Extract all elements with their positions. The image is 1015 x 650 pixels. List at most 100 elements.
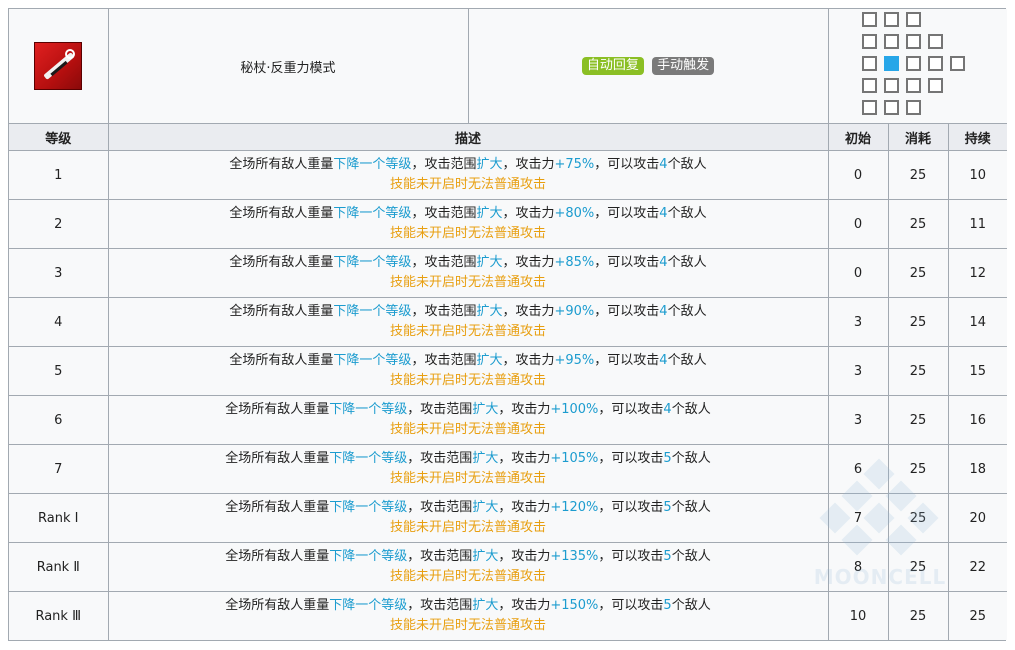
- atk-bonus: +120%: [550, 500, 599, 515]
- effect-text: 全场所有敌人重量下降一个等级，攻击范围扩大，攻击力+75%，可以攻击4个敌人: [229, 157, 707, 172]
- target-count: 5: [663, 500, 672, 515]
- range-cell-tile: [905, 12, 921, 27]
- skill-note: 技能未开启时无法普通攻击: [389, 569, 546, 584]
- duration-cell: 10: [947, 150, 1007, 200]
- level-cell: 4: [9, 297, 109, 347]
- range-cell-tile: [861, 56, 877, 71]
- sp-cost-cell: 25: [887, 199, 949, 249]
- effect-text: 全场所有敌人重量下降一个等级，攻击范围扩大，攻击力+120%，可以攻击5个敌人: [225, 500, 711, 515]
- level-cell: Rank Ⅰ: [9, 493, 109, 543]
- duration-cell: 15: [947, 346, 1007, 396]
- range-cell-tile: [861, 12, 877, 27]
- weight-effect: 下降一个等级: [329, 500, 408, 515]
- description-cell: 全场所有敌人重量下降一个等级，攻击范围扩大，攻击力+135%，可以攻击5个敌人技…: [107, 542, 829, 592]
- target-count: 5: [663, 549, 672, 564]
- initial-sp-cell: 6: [827, 444, 889, 494]
- skill-note: 技能未开启时无法普通攻击: [389, 177, 546, 192]
- duration-cell: 11: [947, 199, 1007, 249]
- description-cell: 全场所有敌人重量下降一个等级，攻击范围扩大，攻击力+85%，可以攻击4个敌人 技能…: [107, 248, 829, 298]
- range-self-cell: [883, 56, 899, 71]
- duration-cell: 16: [947, 395, 1007, 445]
- initial-sp-cell: 8: [827, 542, 889, 592]
- skill-note: 技能未开启时无法普通攻击: [389, 471, 546, 486]
- skill-note: 技能未开启时无法普通攻击: [389, 275, 546, 290]
- weight-effect: 下降一个等级: [329, 451, 408, 466]
- range-cell: [827, 9, 1007, 124]
- initial-sp-cell: 3: [827, 297, 889, 347]
- header-description: 描述: [107, 123, 829, 151]
- duration-cell: 20: [947, 493, 1007, 543]
- description-cell: 全场所有敌人重量下降一个等级，攻击范围扩大，攻击力+120%，可以攻击5个敌人技…: [107, 493, 829, 543]
- range-effect: 扩大: [472, 598, 499, 613]
- level-cell: 1: [9, 150, 109, 200]
- level-cell: Rank Ⅲ: [9, 591, 109, 640]
- target-count: 5: [663, 598, 672, 613]
- target-count: 4: [659, 255, 668, 270]
- header-initial: 初始: [827, 123, 889, 151]
- trigger-type-tag: 手动触发: [652, 57, 715, 75]
- weight-effect: 下降一个等级: [333, 353, 412, 368]
- effect-text: 全场所有敌人重量下降一个等级，攻击范围扩大，攻击力+150%，可以攻击5个敌人: [225, 598, 711, 613]
- level-row: Rank Ⅰ 全场所有敌人重量下降一个等级，攻击范围扩大，攻击力+120%，可以攻…: [9, 493, 1007, 543]
- column-header-row: 等级 描述 初始 消耗 持续: [9, 123, 1007, 151]
- initial-sp-cell: 0: [827, 199, 889, 249]
- sp-cost-cell: 25: [887, 346, 949, 396]
- level-row: 3 全场所有敌人重量下降一个等级，攻击范围扩大，攻击力+85%，可以攻击4个敌人技…: [9, 248, 1007, 298]
- range-effect: 扩大: [476, 255, 503, 270]
- effect-text: 全场所有敌人重量下降一个等级，攻击范围扩大，攻击力+105%，可以攻击5个敌人: [225, 451, 711, 466]
- skill-note: 技能未开启时无法普通攻击: [389, 226, 546, 241]
- level-cell: 5: [9, 346, 109, 396]
- atk-bonus: +100%: [550, 402, 599, 417]
- level-row: 5 全场所有敌人重量下降一个等级，攻击范围扩大，攻击力+95%，可以攻击4个敌人技…: [9, 346, 1007, 396]
- atk-bonus: +85%: [554, 255, 595, 270]
- effect-text: 全场所有敌人重量下降一个等级，攻击范围扩大，攻击力+100%，可以攻击4个敌人: [225, 402, 711, 417]
- initial-sp-cell: 3: [827, 346, 889, 396]
- initial-sp-cell: 0: [827, 150, 889, 200]
- header-level: 等级: [9, 123, 109, 151]
- weight-effect: 下降一个等级: [333, 206, 412, 221]
- header-duration: 持续: [947, 123, 1007, 151]
- sp-cost-cell: 25: [887, 493, 949, 543]
- description-cell: 全场所有敌人重量下降一个等级，攻击范围扩大，攻击力+75%，可以攻击4个敌人 技能…: [107, 150, 829, 200]
- level-row: 1 全场所有敌人重量下降一个等级，攻击范围扩大，攻击力+75%，可以攻击4个敌人技…: [9, 150, 1007, 200]
- range-cell-tile: [883, 100, 899, 115]
- effect-text: 全场所有敌人重量下降一个等级，攻击范围扩大，攻击力+80%，可以攻击4个敌人: [229, 206, 707, 221]
- level-row: 2 全场所有敌人重量下降一个等级，攻击范围扩大，攻击力+80%，可以攻击4个敌人技…: [9, 199, 1007, 249]
- initial-sp-cell: 3: [827, 395, 889, 445]
- weight-effect: 下降一个等级: [329, 549, 408, 564]
- range-cell-tile: [905, 78, 921, 93]
- target-count: 4: [659, 304, 668, 319]
- range-cell-tile: [905, 56, 921, 71]
- atk-bonus: +80%: [554, 206, 595, 221]
- range-effect: 扩大: [476, 304, 503, 319]
- range-cell-tile: [861, 78, 877, 93]
- recovery-type-tag: 自动回复: [581, 57, 644, 75]
- level-row: 6 全场所有敌人重量下降一个等级，攻击范围扩大，攻击力+100%，可以攻击4个敌人…: [9, 395, 1007, 445]
- atk-bonus: +135%: [550, 549, 599, 564]
- skill-table-container: 秘杖·反重力模式 自动回复 手动触发 等级 描述 初始 消耗 持续 1 全场所有敌…: [8, 8, 1007, 641]
- range-effect: 扩大: [476, 206, 503, 221]
- range-effect: 扩大: [472, 549, 499, 564]
- range-effect: 扩大: [472, 402, 499, 417]
- weight-effect: 下降一个等级: [329, 402, 408, 417]
- range-cell-tile: [861, 100, 877, 115]
- range-cell-tile: [883, 78, 899, 93]
- sp-cost-cell: 25: [887, 248, 949, 298]
- target-count: 4: [659, 157, 668, 172]
- range-effect: 扩大: [472, 451, 499, 466]
- range-cell-tile: [927, 34, 943, 49]
- range-cell-tile: [905, 100, 921, 115]
- effect-text: 全场所有敌人重量下降一个等级，攻击范围扩大，攻击力+90%，可以攻击4个敌人: [229, 304, 707, 319]
- weight-effect: 下降一个等级: [329, 598, 408, 613]
- sp-cost-cell: 25: [887, 150, 949, 200]
- atk-bonus: +75%: [554, 157, 595, 172]
- duration-cell: 14: [947, 297, 1007, 347]
- description-cell: 全场所有敌人重量下降一个等级，攻击范围扩大，攻击力+90%，可以攻击4个敌人 技能…: [107, 297, 829, 347]
- range-cell-tile: [905, 34, 921, 49]
- weight-effect: 下降一个等级: [333, 157, 412, 172]
- range-cell-tile: [883, 12, 899, 27]
- weight-effect: 下降一个等级: [333, 255, 412, 270]
- sp-cost-cell: 25: [887, 395, 949, 445]
- target-count: 4: [659, 353, 668, 368]
- effect-text: 全场所有敌人重量下降一个等级，攻击范围扩大，攻击力+95%，可以攻击4个敌人: [229, 353, 707, 368]
